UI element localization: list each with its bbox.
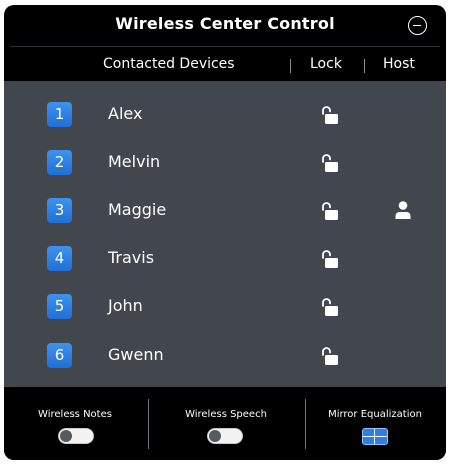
device-row[interactable]: 2 Melvin [4,139,446,187]
title-bar: Wireless Center Control [4,5,446,46]
wireless-center-window: Wireless Center Control Contacted Device… [4,5,446,460]
person-icon [395,201,411,219]
wireless-notes-label: Wireless Notes [38,409,112,420]
column-header-lock: Lock [310,56,342,72]
device-name: Maggie [108,200,167,219]
column-header-host: Host [383,56,415,72]
unlocked-padlock-icon[interactable] [317,248,339,270]
toggle-knob [209,430,221,442]
device-name: John [108,296,143,315]
toggle-knob [60,430,72,442]
minimize-icon[interactable] [408,16,427,35]
wireless-notes-toggle[interactable] [58,428,94,444]
device-row[interactable]: 6 Gwenn [4,332,446,380]
device-row[interactable]: 4 Travis [4,235,446,283]
bottom-toolbar: Wireless Notes Wireless Speech Mirror Eq… [4,387,446,460]
device-list: 1 Alex 2 Melvin 3 Maggie 4 Travis 5 John… [4,81,446,387]
unlocked-padlock-icon[interactable] [317,345,339,367]
device-row[interactable]: 1 Alex [4,91,446,139]
unlocked-padlock-icon[interactable] [317,152,339,174]
device-number-badge: 6 [47,343,72,368]
device-row[interactable]: 5 John [4,283,446,331]
unlocked-padlock-icon[interactable] [317,104,339,126]
device-number-badge: 2 [47,150,72,175]
window-title: Wireless Center Control [115,14,335,33]
title-divider [10,46,440,47]
toolbar-divider [305,399,306,449]
column-divider [364,59,365,73]
toolbar-divider [148,399,149,449]
wireless-speech-toggle[interactable] [207,428,243,444]
device-number-badge: 1 [47,102,72,127]
column-header: Contacted Devices Lock Host [4,49,446,79]
device-number-badge: 4 [47,246,72,271]
grid-icon[interactable] [362,428,388,445]
device-row[interactable]: 3 Maggie [4,187,446,235]
unlocked-padlock-icon[interactable] [317,296,339,318]
mirror-equalization-label: Mirror Equalization [328,409,422,420]
unlocked-padlock-icon[interactable] [317,200,339,222]
device-name: Gwenn [108,345,164,364]
device-number-badge: 3 [47,198,72,223]
device-name: Travis [108,248,155,267]
device-name: Alex [108,104,143,123]
column-header-devices: Contacted Devices [103,56,235,72]
wireless-speech-label: Wireless Speech [185,409,267,420]
device-number-badge: 5 [47,294,72,319]
column-divider [290,59,291,73]
device-name: Melvin [108,152,161,171]
